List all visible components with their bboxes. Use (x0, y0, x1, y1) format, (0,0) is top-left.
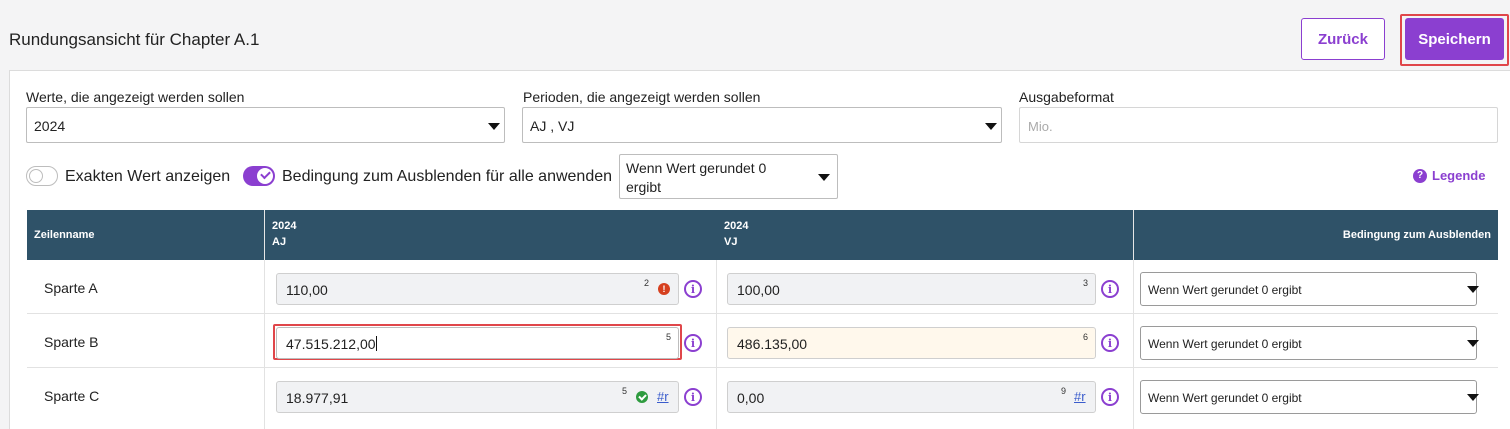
back-button[interactable]: Zurück (1301, 18, 1385, 60)
caret-down-icon (1467, 394, 1479, 401)
aj-precision: 5 (666, 332, 672, 342)
caret-down-icon (818, 174, 830, 181)
caret-down-icon (1467, 340, 1479, 347)
caret-down-icon (985, 123, 997, 130)
row-condition-select[interactable]: Wenn Wert gerundet 0 ergibt (1140, 272, 1479, 306)
question-icon: ? (1413, 168, 1427, 183)
info-icon[interactable]: i (1101, 280, 1119, 298)
vj-value-input[interactable]: 0,00 9 #r (727, 381, 1096, 413)
aj-value: 47.515.212,00 (286, 336, 377, 352)
col-header-vj: 2024 VJ (724, 218, 748, 250)
text-cursor (375, 336, 377, 351)
format-label: Ausgabeformat (1019, 89, 1114, 105)
vj-value: 100,00 (737, 282, 780, 298)
vj-precision: 3 (1083, 278, 1089, 288)
column-divider (1133, 260, 1134, 429)
aj-value-input[interactable]: 110,00 2 ! (276, 273, 679, 305)
values-select-value: 2024 (34, 118, 66, 134)
top-bar: Rundungsansicht für Chapter A.1 Zurück S… (0, 0, 1510, 70)
aj-precision: 2 (644, 278, 650, 288)
row-condition-value: Wenn Wert gerundet 0 ergibt (1148, 391, 1302, 405)
vj-precision: 6 (1083, 332, 1089, 342)
column-divider (1133, 210, 1134, 260)
vj-value: 0,00 (737, 390, 765, 406)
aj-value-input[interactable]: 47.515.212,00 5 (276, 327, 679, 359)
legend-link[interactable]: ? Legende (1413, 168, 1485, 183)
col-header-aj-period: AJ (272, 236, 287, 248)
row-condition-select[interactable]: Wenn Wert gerundet 0 ergibt (1140, 326, 1479, 360)
col-header-vj-year: 2024 (724, 220, 749, 232)
aj-value-input[interactable]: 18.977,91 5 #r (276, 381, 679, 413)
legend-label: Legende (1432, 168, 1486, 183)
column-divider (716, 260, 717, 429)
col-header-row-name: Zeilenname (34, 229, 95, 241)
aj-value: 18.977,91 (286, 390, 349, 406)
row-name: Sparte B (44, 334, 99, 350)
vj-value-input[interactable]: 100,00 3 (727, 273, 1096, 305)
save-button[interactable]: Speichern (1405, 18, 1504, 60)
column-divider (264, 210, 265, 260)
caret-down-icon (1467, 286, 1479, 293)
row-condition-value: Wenn Wert gerundet 0 ergibt (1148, 337, 1302, 351)
vj-value-input[interactable]: 486.135,00 6 (727, 327, 1096, 359)
col-header-aj: 2024 AJ (272, 218, 296, 250)
format-input-placeholder: Mio. (1028, 119, 1053, 134)
values-select[interactable]: 2024 (26, 107, 505, 143)
row-name: Sparte A (44, 280, 98, 296)
col-header-vj-period: VJ (724, 236, 738, 248)
apply-condition-all-label: Bedingung zum Ausblenden für alle anwend… (282, 168, 613, 185)
col-header-aj-year: 2024 (272, 220, 297, 232)
info-icon[interactable]: i (684, 334, 702, 352)
info-icon[interactable]: i (684, 280, 702, 298)
info-icon[interactable]: i (1101, 334, 1119, 352)
row-condition-value: Wenn Wert gerundet 0 ergibt (1148, 283, 1302, 297)
check-circle-icon (636, 391, 648, 403)
row-condition-select[interactable]: Wenn Wert gerundet 0 ergibt (1140, 380, 1479, 414)
check-icon (257, 168, 273, 184)
toggle-knob (29, 169, 43, 183)
column-divider (264, 260, 265, 429)
hide-condition-all-select[interactable]: Wenn Wert gerundet 0 ergibt (619, 154, 838, 199)
info-icon[interactable]: i (1101, 388, 1119, 406)
hide-condition-all-value: Wenn Wert gerundet 0 ergibt (626, 160, 767, 195)
table-body: Sparte A 110,00 2 ! i 100,00 3 i Wenn We… (27, 260, 1498, 429)
caret-down-icon (488, 123, 500, 130)
apply-condition-all-toggle[interactable] (243, 166, 275, 186)
exact-value-label: Exakten Wert anzeigen (65, 168, 231, 185)
row-name: Sparte C (44, 388, 100, 404)
vj-value: 486.135,00 (737, 336, 808, 352)
aj-precision: 5 (622, 386, 628, 396)
reference-link[interactable]: #r (1074, 389, 1086, 404)
periods-select[interactable]: AJ , VJ (522, 107, 1002, 143)
col-header-condition: Bedingung zum Ausblenden (1342, 229, 1491, 241)
periods-label: Perioden, die angezeigt werden sollen (523, 89, 761, 105)
reference-link[interactable]: #r (657, 389, 669, 404)
values-label: Werte, die angezeigt werden sollen (26, 89, 245, 105)
vj-precision: 9 (1061, 386, 1067, 396)
aj-value: 110,00 (286, 282, 328, 298)
periods-select-value: AJ , VJ (530, 118, 575, 134)
error-icon: ! (658, 283, 670, 295)
format-input[interactable]: Mio. (1019, 107, 1498, 143)
info-icon[interactable]: i (684, 388, 702, 406)
exact-value-toggle[interactable] (26, 166, 58, 186)
page-title: Rundungsansicht für Chapter A.1 (9, 30, 260, 49)
table-header: Zeilenname 2024 AJ 2024 VJ Bedingung zum… (27, 210, 1498, 260)
